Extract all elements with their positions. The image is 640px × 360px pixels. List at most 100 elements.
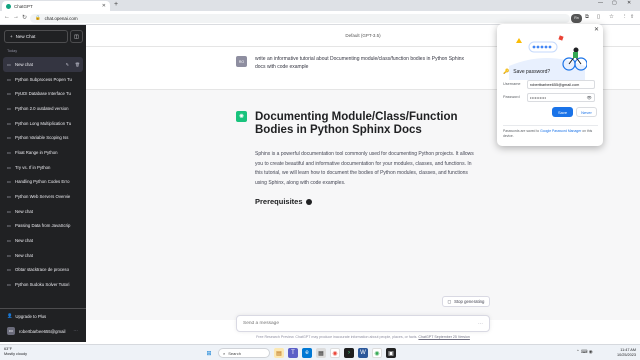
taskbar-apps: ⊞ ⌕ Search ▤ T e ▦ ◉ › W ◉ ▣ [204, 347, 396, 359]
sidebar-chat-item[interactable]: ▭ Python 2.0 outdated version [3, 101, 83, 116]
chat-bubble-icon: ▭ [7, 194, 11, 200]
username-field[interactable]: robertbarbee655@gmail.com [527, 80, 595, 89]
terminal-icon[interactable]: › [344, 348, 354, 358]
weather-desc: Mostly cloudy [4, 352, 28, 356]
sidebar-chat-label: PyUDI Database Interface Tu [15, 91, 71, 97]
sidebar-chat-item[interactable]: ▭ Float Range in Python [3, 145, 83, 160]
save-password-button[interactable]: Save [552, 107, 573, 117]
sidebar-chat-item[interactable]: ▭ New chat [3, 204, 83, 219]
chat-bubble-icon: ▭ [7, 120, 11, 126]
password-manager-link[interactable]: Google Password Manager [540, 129, 581, 133]
windows-start-icon[interactable]: ⊞ [204, 348, 214, 358]
sidebar-chat-item[interactable]: ▭ New chat [3, 233, 83, 248]
windows-taskbar: 63°F Mostly cloudy ⊞ ⌕ Search ▤ T e ▦ ◉ … [0, 344, 640, 360]
chrome-icon[interactable]: ◉ [330, 348, 340, 358]
store-icon[interactable]: ▦ [316, 348, 326, 358]
chat-bubble-icon: ▭ [7, 149, 11, 155]
sidebar-chat-label: Python Variable Scoping Iss [15, 135, 69, 141]
chat-bubble-icon: ▭ [7, 252, 11, 258]
never-save-button[interactable]: Never [576, 107, 597, 117]
stop-generating-button[interactable]: ◻ Stop generating [442, 296, 490, 307]
file-explorer-icon[interactable]: ▤ [274, 348, 284, 358]
sidebar-chat-item[interactable]: ▭ Try vs. If in Python [3, 160, 83, 175]
response-subheading: Prerequisites [255, 197, 312, 206]
profile-avatar[interactable]: Rn [571, 13, 582, 23]
password-value: •••••••••• [530, 95, 547, 100]
sidebar-chat-label: New chat [15, 252, 33, 258]
reload-icon[interactable]: ↻ [22, 14, 27, 21]
message-input[interactable] [243, 321, 478, 326]
chat-bubble-icon: ▭ [7, 61, 11, 67]
send-icon[interactable]: ⋯ [478, 321, 483, 327]
back-icon[interactable]: ← [4, 14, 10, 20]
sidebar-chat-item[interactable]: ▭ Python Long Multiplication Tu [3, 116, 83, 131]
sidebar-chat-item[interactable]: ▭ Python Subprocess Popen Tu [3, 72, 83, 87]
address-bar[interactable]: 🔒 chat.openai.com [30, 13, 570, 23]
upgrade-to-plus-button[interactable]: 👤 Upgrade to Plus [0, 309, 86, 323]
extensions-icon[interactable]: ⧉ [585, 14, 589, 21]
sidebar-chat-label: New chat [15, 238, 33, 244]
typing-cursor-icon [305, 198, 312, 205]
bookmark-icon[interactable]: ☆ [609, 14, 614, 20]
password-label: Password [503, 95, 520, 99]
new-tab-icon[interactable]: + [114, 1, 118, 8]
sidebar-chat-item[interactable]: ▭ Python Web Servers Overvie [3, 189, 83, 204]
minimize-icon[interactable]: — [598, 0, 603, 6]
teams-icon[interactable]: T [288, 348, 298, 358]
close-tab-icon[interactable]: ✕ [102, 3, 106, 9]
sidebar-chat-item[interactable]: ▭ Python Variable Scoping Iss [3, 130, 83, 145]
word-icon[interactable]: W [358, 348, 368, 358]
forward-icon[interactable]: → [13, 14, 19, 20]
footer-version-link[interactable]: ChatGPT September 25 Version [418, 335, 469, 339]
subheading-text: Prerequisites [255, 197, 303, 206]
stop-label: Stop generating [454, 299, 485, 304]
clock[interactable]: 11:47 AM 10/25/2023 [617, 348, 636, 358]
user-plus-icon: 👤 [7, 313, 13, 318]
user-avatar: RO [7, 327, 15, 335]
sidebar-chat-item[interactable]: ▭ New chat [3, 248, 83, 263]
menu-icon[interactable]: ⋮ [622, 14, 628, 20]
chat-bubble-icon: ▭ [7, 282, 11, 288]
sidebar-chat-label: Python Sudoku Solver Tutori [15, 282, 70, 288]
chat-bubble-icon: ▭ [7, 238, 11, 244]
sidepanel-icon[interactable]: ▯ [597, 14, 600, 20]
edge-icon[interactable]: e [302, 348, 312, 358]
chat-history-list: ▭ New chat ✎ 🗑 ▭ Python Subprocess Popen Tu ▭ P… [3, 57, 83, 292]
close-icon[interactable]: ✕ [594, 26, 599, 33]
sidebar-chat-item[interactable]: ▭ Obtar stacktrace de proceso [3, 263, 83, 278]
chrome-profile-icon[interactable]: ◉ [372, 348, 382, 358]
sidebar-chat-item[interactable]: ▭ Python Sudoku Solver Tutori [3, 277, 83, 292]
chatgpt-favicon-icon [6, 3, 11, 9]
sidebar-chat-item[interactable]: ▭ Passing Data from JavaScrip [3, 219, 83, 234]
maximize-icon[interactable]: ▢ [612, 0, 617, 6]
sidebar-chat-item[interactable]: ▭ New chat ✎ 🗑 [3, 57, 83, 72]
show-password-icon[interactable]: 👁 [587, 95, 592, 100]
browser-tab[interactable]: ChatGPT ✕ [2, 1, 110, 11]
tab-title: ChatGPT [14, 3, 33, 9]
sidebar-chat-label: Handling Python Codes Erro [15, 179, 70, 185]
user-email: robertbarbee655@gmail [19, 328, 66, 334]
system-tray-icons[interactable]: ⌃ ⌨ ◉ [576, 349, 593, 355]
new-chat-button[interactable]: + New Chat [4, 30, 68, 43]
taskbar-search[interactable]: ⌕ Search [218, 348, 270, 358]
sidebar-chat-item[interactable]: ▭ PyUDI Database Interface Tu [3, 86, 83, 101]
password-field[interactable]: •••••••••• 👁 [527, 93, 595, 102]
user-avatar: RO [236, 56, 247, 67]
account-menu-button[interactable]: RO robertbarbee655@gmail ⋯ [0, 323, 86, 339]
app-icon[interactable]: ▣ [386, 348, 396, 358]
search-label: Search [228, 350, 241, 356]
weather-widget[interactable]: 63°F Mostly cloudy [4, 347, 27, 357]
delete-icon[interactable]: 🗑 [75, 62, 80, 67]
edit-icon[interactable]: ✎ [66, 62, 69, 67]
close-window-icon[interactable]: ✕ [627, 0, 631, 6]
sidebar-chat-item[interactable]: ▭ Handling Python Codes Erro [3, 175, 83, 190]
lock-icon[interactable]: 🔒 [35, 15, 41, 21]
sidebar-toggle-button[interactable]: ◫ [70, 30, 83, 43]
footer-text: Free Research Preview. ChatGPT may produ… [256, 335, 418, 339]
section-today-heading: Today [7, 49, 18, 53]
browser-tabstrip: ChatGPT ✕ + — ▢ ✕ [0, 0, 640, 11]
chat-bubble-icon: ▭ [7, 135, 11, 141]
share-icon[interactable]: ⇧ [630, 14, 634, 20]
message-composer[interactable]: ⋯ [236, 315, 490, 332]
password-manager-note: Passwords are saved to Google Password M… [503, 125, 598, 139]
